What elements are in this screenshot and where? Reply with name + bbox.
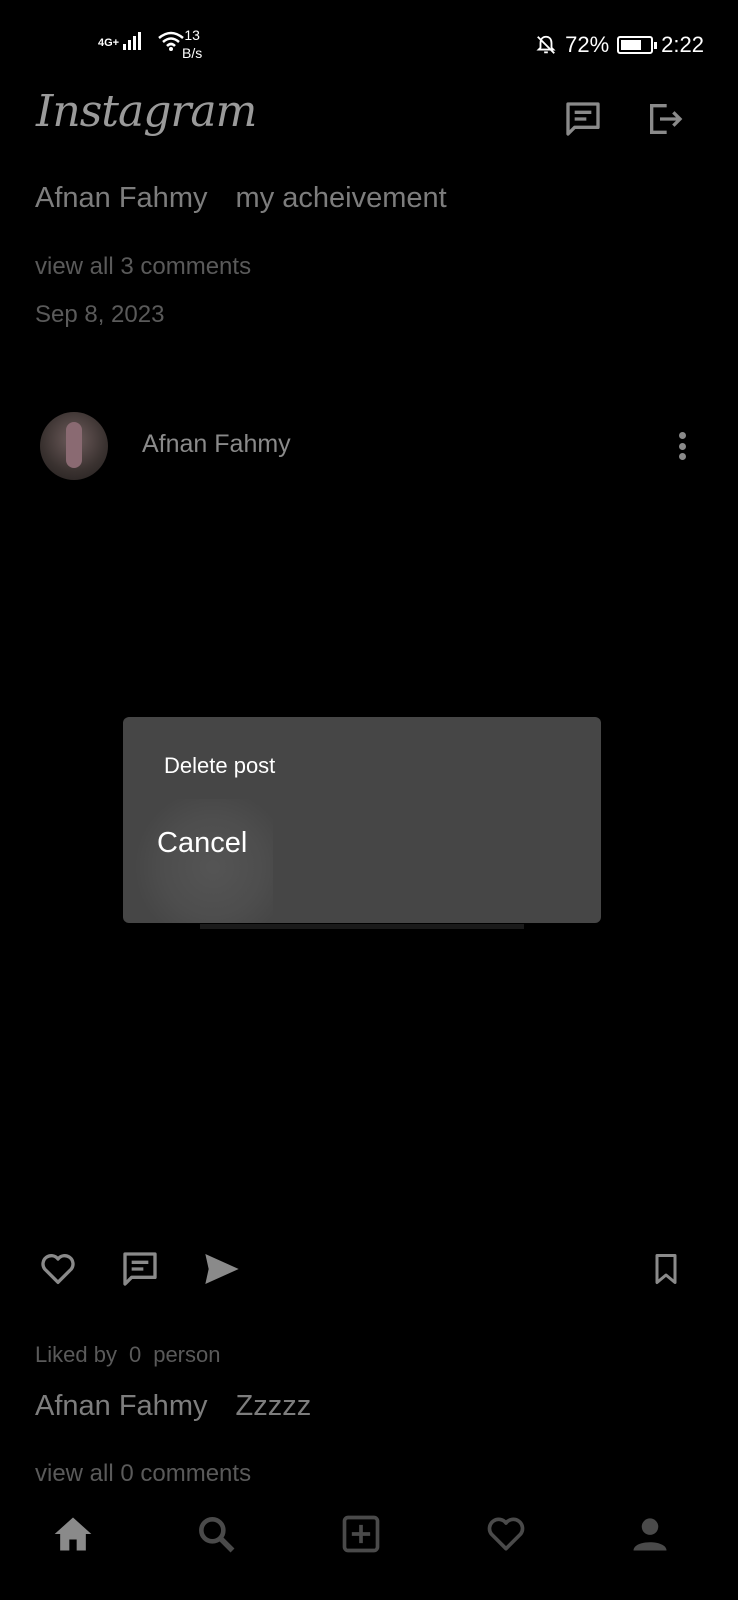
previous-caption: Afnan Fahmy my acheivement <box>35 182 447 215</box>
like-icon[interactable] <box>34 1245 82 1293</box>
search-icon[interactable] <box>186 1504 246 1564</box>
liked-count[interactable]: 0 <box>129 1342 141 1368</box>
caption-author[interactable]: Afnan Fahmy <box>35 1390 207 1422</box>
previous-post-caption: my acheivement <box>235 182 447 214</box>
comments-link[interactable]: view all 0 comments <box>35 1460 251 1488</box>
caption-text: Zzzzz <box>235 1390 312 1422</box>
network-type: 4G+ <box>98 37 120 49</box>
speed-unit: B/s <box>182 45 203 61</box>
delete-post-button[interactable]: Delete post <box>164 753 275 779</box>
heart-icon[interactable] <box>476 1504 536 1564</box>
more-options-icon[interactable] <box>664 428 700 464</box>
likes-summary: Liked by 0 person <box>35 1342 220 1368</box>
mute-bell-icon <box>536 35 556 54</box>
status-right: 72% 2:22 <box>535 32 704 58</box>
clock: 2:22 <box>661 32 704 57</box>
instagram-logo: Instagram <box>36 86 257 137</box>
cancel-button[interactable]: Cancel <box>157 827 247 860</box>
share-icon[interactable] <box>198 1245 246 1293</box>
battery-level <box>621 40 642 50</box>
network-speed: 13 B/s <box>182 26 202 62</box>
previous-comments-link[interactable]: view all 3 comments <box>35 253 251 281</box>
previous-post-author[interactable]: Afnan Fahmy <box>35 182 207 214</box>
profile-icon[interactable] <box>620 1504 680 1564</box>
messages-icon[interactable] <box>561 97 605 141</box>
previous-post-date: Sep 8, 2023 <box>35 301 165 328</box>
liked-by-suffix: person <box>153 1342 221 1367</box>
post-caption: Afnan Fahmy Zzzzz <box>35 1390 311 1423</box>
liked-by-prefix: Liked by <box>35 1342 117 1367</box>
home-icon[interactable] <box>43 1504 103 1564</box>
logout-icon[interactable] <box>643 97 687 141</box>
add-post-icon[interactable] <box>331 1504 391 1564</box>
speed-value: 13 <box>184 27 200 43</box>
bookmark-icon[interactable] <box>642 1245 690 1293</box>
signal-icon <box>123 32 142 50</box>
status-bar: 4G+ 13 B/s 72% 2:22 <box>0 0 738 80</box>
post-options-dialog: Delete post Cancel <box>123 717 601 923</box>
press-ripple <box>123 799 273 923</box>
bottom-nav <box>0 1486 738 1600</box>
avatar-figure <box>66 422 82 468</box>
network-indicator: 4G+ <box>98 30 185 52</box>
image-edge <box>200 924 524 929</box>
comment-icon[interactable] <box>116 1245 164 1293</box>
avatar[interactable] <box>40 412 108 480</box>
battery-percent: 72% <box>565 32 610 57</box>
post-author[interactable]: Afnan Fahmy <box>142 430 291 459</box>
battery-icon <box>617 36 658 54</box>
